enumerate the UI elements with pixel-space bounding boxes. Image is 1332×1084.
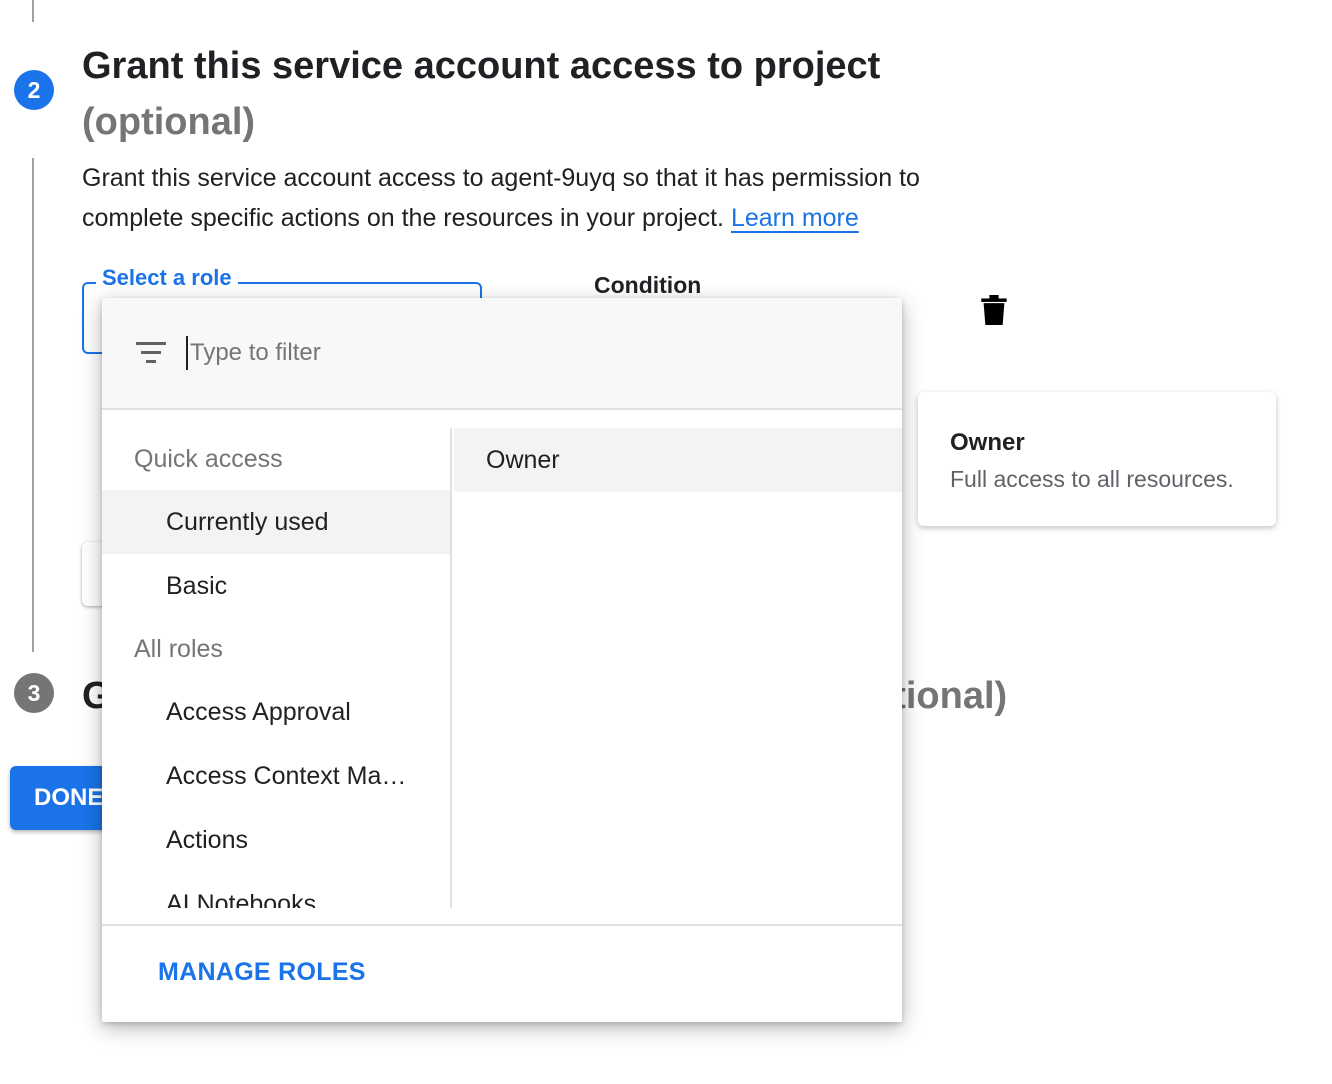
- filter-list-icon: [136, 342, 166, 363]
- trash-icon[interactable]: [980, 295, 1008, 325]
- dropdown-footer: MANAGE ROLES: [102, 924, 902, 1022]
- page: 2 Grant this service account access to p…: [0, 0, 1332, 1084]
- condition-label: Condition: [594, 272, 702, 298]
- step-2-title: Grant this service account access to pro…: [82, 38, 962, 150]
- category-basic[interactable]: Basic: [102, 554, 450, 618]
- filter-bar: [102, 298, 902, 410]
- role-filter-input[interactable]: [186, 336, 866, 370]
- step-2-indicator: 2: [14, 70, 54, 110]
- role-description-tooltip: Owner Full access to all resources.: [918, 392, 1276, 526]
- role-list: Owner: [454, 428, 902, 908]
- role-item-owner[interactable]: Owner: [454, 428, 902, 492]
- role-dropdown: Quick access Currently used Basic All ro…: [102, 298, 902, 1022]
- step-3-indicator: 3: [14, 673, 54, 713]
- tooltip-description: Full access to all resources.: [950, 466, 1234, 492]
- group-header-all-roles: All roles: [134, 634, 223, 663]
- step-2-optional: (optional): [82, 101, 256, 143]
- category-actions[interactable]: Actions: [102, 808, 450, 872]
- step-2-description: Grant this service account access to age…: [82, 158, 982, 238]
- role-category-list[interactable]: Quick access Currently used Basic All ro…: [102, 428, 452, 908]
- select-role-label: Select a role: [96, 265, 238, 291]
- category-access-context-manager[interactable]: Access Context Ma…: [102, 744, 450, 808]
- group-header-quick-access: Quick access: [134, 444, 283, 473]
- tooltip-title: Owner: [950, 429, 1025, 456]
- category-currently-used[interactable]: Currently used: [102, 490, 450, 554]
- stepper-rail-top: [32, 0, 34, 22]
- step-2-title-text: Grant this service account access to pro…: [82, 45, 881, 87]
- manage-roles-button[interactable]: MANAGE ROLES: [142, 952, 382, 993]
- category-ai-notebooks[interactable]: AI Notebooks: [102, 872, 450, 909]
- stepper-rail: [32, 158, 34, 652]
- learn-more-link[interactable]: Learn more: [731, 204, 859, 232]
- category-access-approval[interactable]: Access Approval: [102, 680, 450, 744]
